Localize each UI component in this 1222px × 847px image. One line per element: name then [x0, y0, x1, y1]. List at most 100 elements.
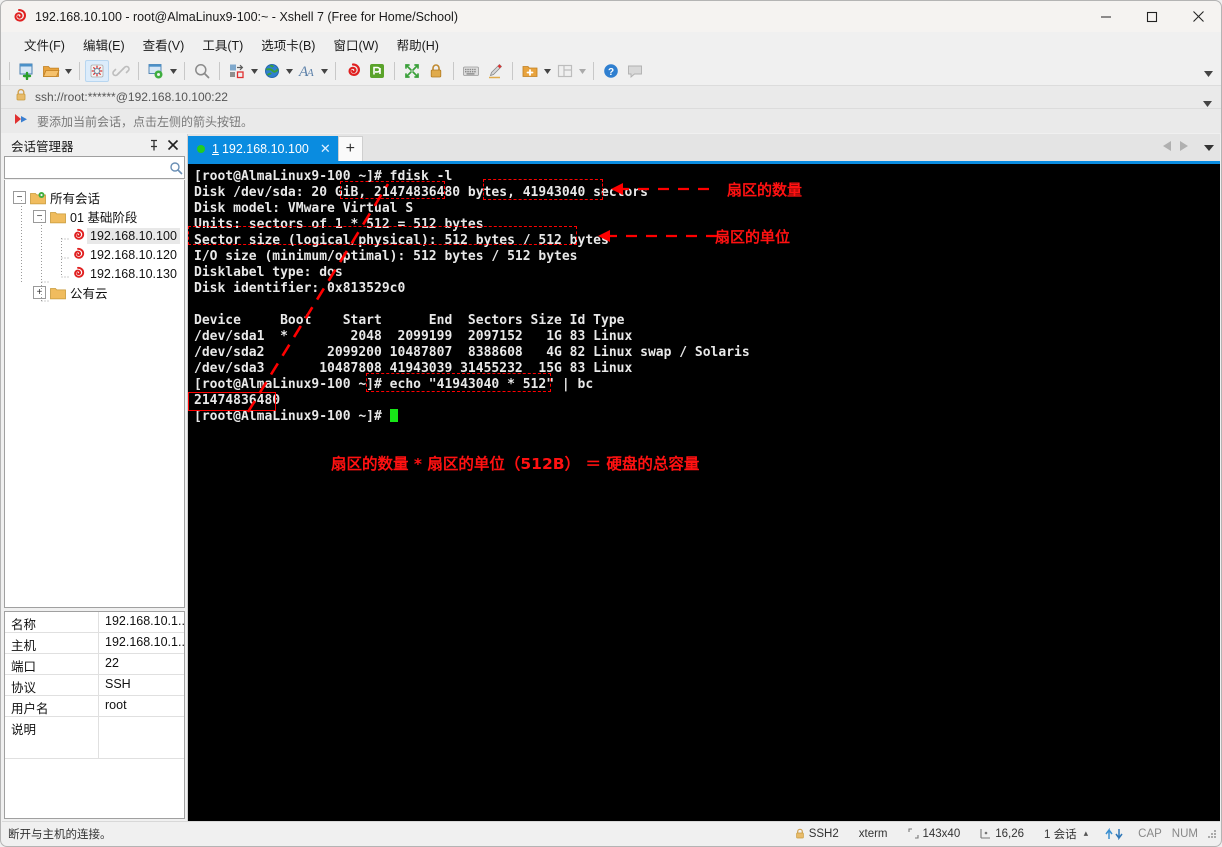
session-manager-title: 会话管理器 — [11, 136, 143, 155]
terminal-line: [root@AlmaLinux9-100 ~]# — [194, 409, 390, 424]
pin-icon[interactable] — [146, 137, 162, 153]
toolbar-fullscreen[interactable] — [400, 59, 424, 83]
property-key: 协议 — [5, 675, 99, 695]
font-icon: A A — [295, 60, 319, 82]
menu-help[interactable]: 帮助(H) — [388, 33, 448, 56]
connection-status-dot — [197, 145, 205, 153]
toolbar-new-session[interactable] — [15, 59, 39, 83]
menu-tabs[interactable]: 选项卡(B) — [252, 33, 324, 56]
tab-session-1[interactable]: 1 192.168.10.100 ✕ — [188, 136, 338, 161]
add-folder-icon — [518, 60, 542, 82]
toolbar-separator — [79, 62, 80, 80]
toolbar-add-folder[interactable] — [518, 59, 553, 83]
terminal-line: /dev/sda2 2099200 10487807 8388608 4G 82… — [194, 345, 750, 360]
chevron-down-icon — [577, 60, 588, 82]
new-tab-button[interactable]: + — [338, 136, 363, 161]
address-bar[interactable]: ssh://root:******@192.168.10.100:22 — [1, 85, 1221, 109]
close-button[interactable] — [1175, 1, 1221, 32]
session-search-box[interactable] — [4, 156, 185, 179]
tab-prev-icon[interactable] — [1163, 138, 1172, 156]
terminal-cursor — [390, 409, 398, 422]
terminal-line: [root@AlmaLinux9-100 ~]# echo "41943040 … — [194, 377, 593, 392]
chevron-down-icon[interactable] — [249, 60, 260, 82]
table-row: 主机 192.168.10.1... — [5, 633, 184, 654]
toolbar-help[interactable]: ? — [599, 59, 623, 83]
property-value: 192.168.10.1... — [99, 612, 184, 632]
chevron-down-icon[interactable] — [542, 60, 553, 82]
toolbar-disconnect[interactable] — [85, 59, 109, 83]
property-key: 端口 — [5, 654, 99, 674]
toolbar-open-folder[interactable] — [39, 59, 74, 83]
search-icon — [190, 60, 214, 82]
maximize-button[interactable] — [1129, 1, 1175, 32]
toolbar-font[interactable]: A A — [295, 59, 330, 83]
toolbar-separator — [593, 62, 594, 80]
status-sessions-caret[interactable]: ▴ — [1084, 828, 1089, 839]
terminal-line: Disklabel type: dos — [194, 265, 343, 280]
app-logo-icon — [10, 8, 28, 26]
address-dropdown-button[interactable] — [1203, 94, 1212, 112]
tab-close-icon[interactable]: ✕ — [320, 141, 331, 157]
toolbar-search[interactable] — [190, 59, 214, 83]
lock-icon — [424, 60, 448, 82]
toolbar-xshell[interactable] — [341, 59, 365, 83]
menu-tools[interactable]: 工具(T) — [193, 33, 252, 56]
property-key: 主机 — [5, 633, 99, 653]
toolbar-highlight[interactable] — [483, 59, 507, 83]
toolbar-separator — [394, 62, 395, 80]
property-key: 名称 — [5, 612, 99, 632]
terminal-panel: 1 192.168.10.100 ✕ + — [188, 134, 1220, 821]
menu-view[interactable]: 查看(V) — [134, 33, 194, 56]
menu-file[interactable]: 文件(F) — [15, 33, 74, 56]
toolbar-session-properties[interactable] — [144, 59, 179, 83]
toolbar-separator — [453, 62, 454, 80]
status-sessions[interactable]: 1 会话 ▴ — [1034, 826, 1098, 842]
status-protocol: SSH2 — [785, 828, 849, 840]
terminal-screen[interactable]: [root@AlmaLinux9-100 ~]# fdisk -l Disk /… — [188, 164, 1220, 821]
globe-icon — [260, 60, 284, 82]
toolbar-separator — [138, 62, 139, 80]
minimize-button[interactable] — [1083, 1, 1129, 32]
search-icon[interactable] — [167, 161, 184, 175]
close-icon[interactable] — [165, 137, 181, 153]
menu-edit[interactable]: 编辑(E) — [74, 33, 134, 56]
status-terminal-type: xterm — [849, 828, 898, 840]
status-transfer-indicator — [1098, 828, 1132, 840]
highlight-pen-icon — [483, 60, 507, 82]
tree-connectors — [5, 180, 185, 340]
terminal-line: [root@AlmaLinux9-100 ~]# fdisk -l — [194, 169, 452, 184]
toolbar-globe[interactable] — [260, 59, 295, 83]
toolbar-keyboard[interactable] — [459, 59, 483, 83]
search-input[interactable] — [5, 160, 167, 176]
lock-icon — [795, 828, 805, 839]
new-session-icon — [15, 60, 39, 82]
status-message: 断开与主机的连接。 — [2, 826, 785, 842]
resize-icon — [908, 828, 919, 839]
resize-grip[interactable] — [1206, 828, 1217, 839]
terminal-line: Units: sectors of 1 * 512 = 512 bytes — [194, 217, 484, 232]
session-properties-table: 名称 192.168.10.1... 主机 192.168.10.1... 端口… — [4, 611, 185, 819]
status-size-label: 143x40 — [923, 828, 961, 840]
tab-list-icon[interactable] — [1204, 138, 1214, 156]
toolbar-overflow-button[interactable] — [1204, 64, 1213, 82]
chevron-down-icon[interactable] — [319, 60, 330, 82]
open-folder-icon — [39, 60, 63, 82]
terminal-output: [root@AlmaLinux9-100 ~]# fdisk -l Disk /… — [194, 169, 750, 425]
toolbar-file-transfer[interactable] — [225, 59, 260, 83]
status-bar: 断开与主机的连接。 SSH2 xterm 143x40 — [2, 821, 1220, 845]
session-tree[interactable]: − 所有会话 − — [4, 180, 185, 608]
toolbar-lock[interactable] — [424, 59, 448, 83]
toolbar-xftp[interactable] — [365, 59, 389, 83]
chevron-down-icon[interactable] — [284, 60, 295, 82]
table-row: 说明 — [5, 717, 184, 759]
tab-next-icon[interactable] — [1179, 138, 1188, 156]
terminal-line: I/O size (minimum/optimal): 512 bytes / … — [194, 249, 578, 264]
chevron-down-icon[interactable] — [63, 60, 74, 82]
address-value[interactable]: ssh://root:******@192.168.10.100:22 — [35, 90, 228, 104]
cursor-position-icon — [980, 828, 991, 839]
sector-count-label: 扇区的数量 — [727, 179, 802, 200]
tab-navigation — [1163, 138, 1214, 156]
menu-window[interactable]: 窗口(W) — [324, 33, 387, 56]
hint-bar: 要添加当前会话，点击左侧的箭头按钮。 — [1, 109, 1221, 133]
chevron-down-icon[interactable] — [168, 60, 179, 82]
